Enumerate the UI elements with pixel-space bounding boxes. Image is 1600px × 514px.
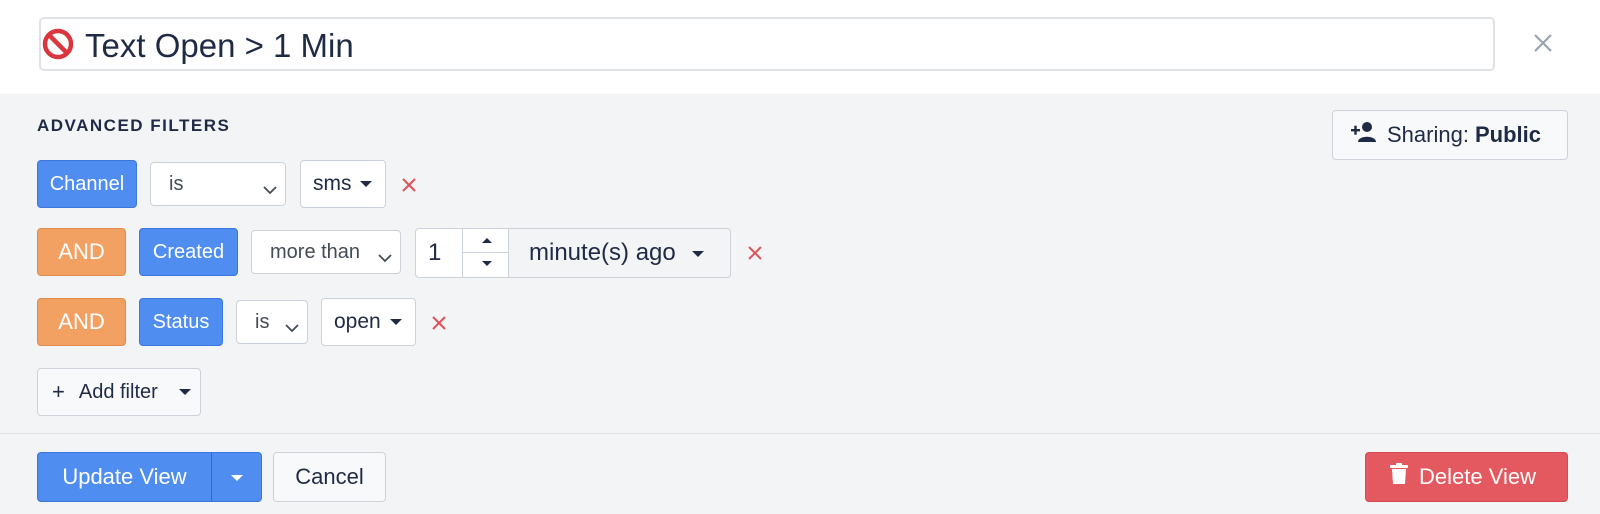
delete-view-label: Delete View — [1419, 464, 1536, 489]
add-filter-button[interactable]: + Add filter — [37, 368, 201, 416]
section-title: ADVANCED FILTERS — [37, 116, 231, 135]
filter-field-created[interactable]: Created — [139, 228, 238, 276]
operator-value: is — [169, 172, 184, 195]
caret-down-icon — [179, 389, 191, 395]
plus-icon: + — [52, 379, 65, 404]
arrow-up-icon — [482, 238, 492, 243]
filter-operator-select[interactable]: is — [150, 162, 286, 206]
operator-value: more than — [270, 240, 361, 263]
view-title-input[interactable]: Text Open > 1 Min — [39, 17, 1495, 71]
number-input[interactable]: 1 — [415, 228, 509, 278]
step-up-button[interactable] — [463, 229, 509, 253]
caret-down-icon — [360, 181, 372, 187]
filter-field-status[interactable]: Status — [139, 298, 223, 346]
update-view-button[interactable]: Update View — [37, 452, 212, 502]
view-header: Text Open > 1 Min — [0, 0, 1600, 94]
sharing-button[interactable]: Sharing: Public — [1332, 110, 1568, 160]
sharing-value: Public — [1474, 122, 1541, 147]
filter-value-dropdown[interactable]: open — [321, 298, 416, 346]
step-down-button[interactable] — [463, 253, 509, 277]
arrow-down-icon — [482, 261, 492, 266]
chevron-down-icon — [263, 178, 277, 201]
filter-field-channel[interactable]: Channel — [37, 160, 137, 208]
remove-filter-icon[interactable] — [747, 245, 765, 263]
conjunction-and[interactable]: AND — [37, 298, 126, 346]
no-entry-icon — [41, 27, 75, 61]
delete-view-button[interactable]: Delete View — [1365, 452, 1568, 502]
filter-operator-select[interactable]: is — [236, 300, 308, 344]
caret-down-icon — [390, 319, 402, 325]
caret-down-icon — [231, 475, 243, 481]
close-icon[interactable] — [1531, 31, 1555, 55]
sharing-label: Sharing: — [1387, 122, 1469, 147]
view-footer: Update View Cancel Delete View — [0, 434, 1600, 514]
advanced-filters-panel: ADVANCED FILTERS Sharing: Public Channel… — [0, 94, 1600, 434]
add-person-icon — [1351, 121, 1387, 149]
filter-value: open — [334, 310, 381, 333]
remove-filter-icon[interactable] — [431, 315, 449, 333]
time-unit-value: minute(s) ago — [529, 239, 676, 266]
cancel-button[interactable]: Cancel — [273, 452, 386, 502]
caret-down-icon — [692, 251, 704, 257]
operator-value: is — [255, 310, 270, 333]
trash-icon — [1390, 463, 1419, 491]
filter-value-dropdown[interactable]: sms — [300, 160, 386, 208]
quantity-stepper — [462, 229, 509, 277]
add-filter-label: Add filter — [78, 380, 158, 403]
view-title-text: Text Open > 1 Min — [85, 27, 354, 64]
chevron-down-icon — [378, 246, 392, 269]
time-unit-dropdown[interactable]: minute(s) ago — [508, 228, 731, 278]
update-view-options-button[interactable] — [211, 452, 262, 502]
filter-operator-select[interactable]: more than — [251, 230, 401, 274]
chevron-down-icon — [285, 316, 299, 339]
conjunction-and[interactable]: AND — [37, 228, 126, 276]
filter-value: sms — [313, 172, 352, 195]
remove-filter-icon[interactable] — [401, 177, 419, 195]
number-value: 1 — [428, 239, 442, 266]
